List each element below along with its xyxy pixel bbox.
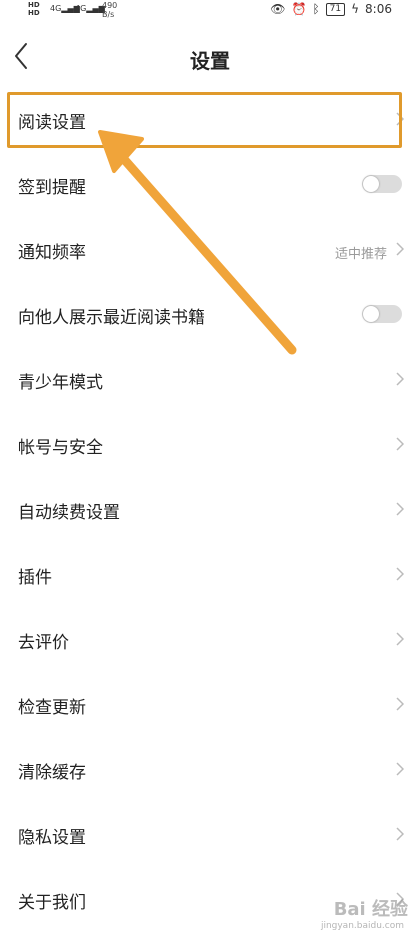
app-header: 设置 <box>0 22 420 92</box>
signal-2-icon: 4G▂▄▆ <box>75 4 105 13</box>
notify-value: 适中推荐 <box>334 247 387 262</box>
network-label-1: HD <box>28 1 40 9</box>
network-label-2: HD <box>28 9 40 17</box>
watermark-logo: Bai 经验 <box>333 899 408 920</box>
setting-account-label: 帐号与安全 <box>18 438 103 458</box>
show-recent-toggle[interactable] <box>362 305 402 323</box>
setting-account[interactable]: 帐号与安全 <box>0 413 420 477</box>
chevron-right-icon <box>396 697 404 711</box>
setting-show-recent: 向他人展示最近阅读书籍 <box>0 283 420 347</box>
battery-indicator: 71 <box>325 2 346 16</box>
chevron-right-icon <box>396 437 404 451</box>
charging-icon: ϟ <box>351 2 360 16</box>
setting-teen-mode-label: 青少年模式 <box>18 373 103 393</box>
watermark-url: jingyan.baidu.com <box>320 921 404 931</box>
toggle-knob <box>363 176 379 192</box>
setting-update-label: 检查更新 <box>18 698 86 718</box>
setting-rate[interactable]: 去评价 <box>0 608 420 672</box>
setting-auto-renew-label: 自动续费设置 <box>18 503 120 523</box>
setting-clear-cache-label: 清除缓存 <box>18 763 86 783</box>
setting-rate-label: 去评价 <box>18 633 69 653</box>
page-title: 设置 <box>190 49 230 73</box>
setting-privacy[interactable]: 隐私设置 <box>0 803 420 867</box>
chevron-right-icon <box>396 762 404 776</box>
chevron-right-icon <box>396 242 404 256</box>
bluetooth-icon: ᛒ <box>312 2 320 16</box>
setting-teen-mode[interactable]: 青少年模式 <box>0 348 420 412</box>
status-bar: HD HD 4G▂▄▆ 4G▂▄▆ 490 B/s 👁 ⏰ ᛒ 71 ϟ 8:0… <box>0 0 420 22</box>
setting-checkin-label: 签到提醒 <box>18 178 86 198</box>
highlight-box <box>7 92 402 148</box>
setting-update[interactable]: 检查更新 <box>0 673 420 737</box>
status-right: 👁 ⏰ ᛒ 71 ϟ 8:06 <box>270 2 392 16</box>
network-speed: 490 B/s <box>102 1 117 19</box>
setting-plugins[interactable]: 插件 <box>0 543 420 607</box>
setting-notify[interactable]: 通知频率 适中推荐 <box>0 218 420 282</box>
checkin-toggle[interactable] <box>362 175 402 193</box>
chevron-right-icon <box>396 632 404 646</box>
chevron-right-icon <box>396 502 404 516</box>
setting-plugins-label: 插件 <box>18 568 52 588</box>
chevron-right-icon <box>396 827 404 841</box>
setting-checkin: 签到提醒 <box>0 153 420 217</box>
alarm-icon: ⏰ <box>291 2 307 16</box>
setting-about-label: 关于我们 <box>18 893 86 913</box>
speed-unit: B/s <box>102 10 115 19</box>
network-type-labels: HD HD <box>28 1 40 17</box>
chevron-right-icon <box>396 372 404 386</box>
speed-value: 490 <box>102 1 118 10</box>
clock-time: 8:06 <box>365 2 392 16</box>
setting-notify-label: 通知频率 <box>18 243 86 263</box>
setting-show-recent-label: 向他人展示最近阅读书籍 <box>18 308 205 328</box>
toggle-knob <box>363 306 379 322</box>
chevron-right-icon <box>396 567 404 581</box>
setting-auto-renew[interactable]: 自动续费设置 <box>0 478 420 542</box>
eye-icon: 👁 <box>270 2 286 16</box>
setting-clear-cache[interactable]: 清除缓存 <box>0 738 420 802</box>
setting-privacy-label: 隐私设置 <box>18 828 86 848</box>
